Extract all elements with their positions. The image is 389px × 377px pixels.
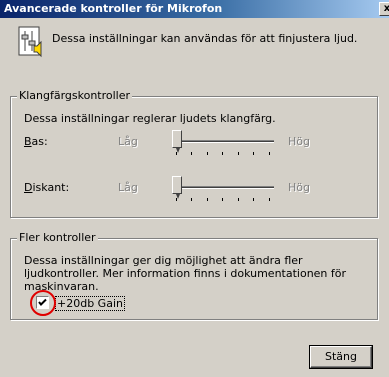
gain-checkbox-label[interactable]: +20db Gain <box>55 296 125 311</box>
more-group-legend: Fler kontroller <box>17 231 98 244</box>
gain-checkbox[interactable] <box>36 296 49 309</box>
dialog-window: Avancerade kontroller för Mikrofon x Des… <box>0 0 389 377</box>
treble-high-label: Hög <box>288 181 310 194</box>
bass-low-label: Låg <box>118 135 138 148</box>
tone-group-legend: Klangfärgskontroller <box>17 89 133 102</box>
checkmark-icon <box>38 298 47 306</box>
title-bar[interactable]: Avancerade kontroller för Mikrofon x <box>0 0 389 18</box>
close-button[interactable]: x <box>379 2 389 16</box>
treble-slider-thumb[interactable] <box>172 176 182 199</box>
treble-slider[interactable] <box>172 174 274 204</box>
treble-low-label: Låg <box>118 181 138 194</box>
bass-slider-thumb[interactable] <box>172 130 182 153</box>
mixer-control-icon <box>18 26 42 58</box>
treble-slider-ticks <box>176 198 270 201</box>
window-title: Avancerade kontroller för Mikrofon <box>4 2 223 15</box>
bass-slider-ticks <box>176 152 270 155</box>
header-description: Dessa inställningar kan användas för att… <box>52 32 358 45</box>
treble-slider-track <box>172 186 274 189</box>
tone-description: Dessa inställningar reglerar ljudets kla… <box>24 112 276 125</box>
more-controls-description: Dessa inställningar ger dig möjlighet at… <box>24 254 347 293</box>
bass-slider[interactable] <box>172 128 274 158</box>
bass-label: Bas: <box>24 135 48 148</box>
close-dialog-button[interactable]: Stäng <box>309 345 373 369</box>
bass-slider-track <box>172 140 274 143</box>
bass-high-label: Hög <box>288 135 310 148</box>
treble-label: Diskant: <box>24 181 70 194</box>
